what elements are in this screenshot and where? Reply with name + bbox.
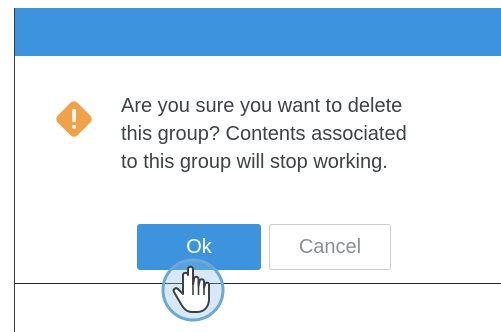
screen: Are you sure you want to delete this gro… [0,0,501,332]
cancel-button[interactable]: Cancel [269,224,391,270]
ok-button[interactable]: Ok [137,224,261,270]
dialog-message-text: Are you sure you want to delete this gro… [121,95,407,173]
dialog-message: Are you sure you want to delete this gro… [121,92,481,176]
dialog-footer-divider [15,283,501,284]
delete-group-dialog: Are you sure you want to delete this gro… [14,8,501,332]
dialog-title-bar [15,8,501,56]
warning-icon [53,98,95,140]
